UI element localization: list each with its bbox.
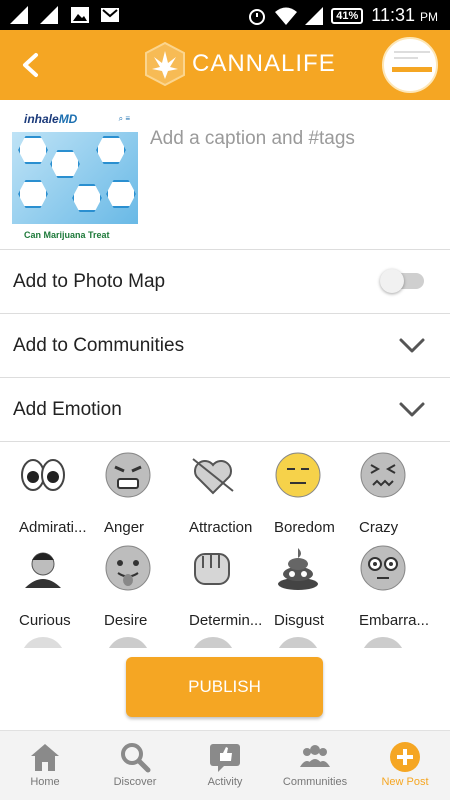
emotion-label: Boredom	[274, 519, 335, 536]
emotion-row[interactable]: Add Emotion	[0, 379, 450, 442]
cell-signal-icon	[305, 6, 324, 25]
neutral-face-icon	[275, 452, 321, 498]
curious-person-icon	[25, 552, 61, 588]
emotion-label: Add Emotion	[13, 399, 122, 420]
emotion-icon	[23, 637, 63, 648]
app-logo: CANNALIFE	[142, 41, 336, 87]
chevron-down-icon[interactable]	[398, 337, 426, 355]
battery-level: 41%	[331, 7, 364, 24]
emotion-item[interactable]: Crazy	[359, 451, 444, 541]
emotion-icon	[193, 637, 233, 648]
emotion-icon	[363, 637, 403, 648]
caption-input[interactable]	[150, 128, 430, 150]
eyes-icon	[21, 459, 65, 491]
emotion-item[interactable]: Boredom	[274, 451, 359, 541]
wifi-icon	[275, 7, 298, 25]
emotion-item[interactable]: Determin...	[189, 544, 274, 634]
angry-face-icon	[105, 452, 151, 498]
photo-map-label: Add to Photo Map	[13, 271, 166, 292]
emotion-item[interactable]: Embarra...	[359, 544, 444, 634]
bottom-navigation: Home Discover Activity Communities New P…	[0, 730, 450, 800]
activity-thumbs-up-icon	[210, 744, 240, 772]
post-caption-section: inhaleMD ⌕ ≡ Can Marijuana Treat	[0, 100, 450, 250]
post-thumbnail[interactable]: inhaleMD ⌕ ≡ Can Marijuana Treat	[12, 112, 138, 240]
emotion-item-partial[interactable]	[19, 635, 104, 648]
publish-button[interactable]: PUBLISH	[126, 657, 323, 717]
back-chevron-icon[interactable]	[16, 50, 46, 80]
emotion-item[interactable]: Curious	[19, 544, 104, 634]
emotion-label: Anger	[104, 519, 145, 536]
emotion-label: Embarra...	[359, 612, 430, 629]
chevron-down-icon[interactable]	[398, 401, 426, 419]
emotion-label: Desire	[104, 612, 148, 629]
search-icon	[121, 743, 151, 773]
emotion-label: Disgust	[274, 612, 325, 629]
emotion-label: Attraction	[189, 519, 253, 536]
emotion-item-partial[interactable]	[104, 635, 189, 648]
thumbnail-menu-icon: ⌕ ≡	[118, 114, 130, 123]
user-avatar[interactable]	[382, 37, 438, 93]
photo-map-row[interactable]: Add to Photo Map	[0, 251, 450, 314]
thumbnail-title: Can Marijuana Treat	[24, 230, 110, 240]
emotion-icon	[108, 637, 148, 648]
emotion-item-partial[interactable]	[189, 635, 274, 648]
emotion-icon	[278, 637, 318, 648]
nav-label: New Post	[381, 776, 429, 788]
nav-discover[interactable]: Discover	[90, 731, 180, 801]
emotion-grid: Admirati... Anger Attraction Boredom Cra…	[0, 443, 450, 648]
thumbnail-brand: inhaleMD	[24, 112, 78, 126]
thumbnail-image	[12, 132, 138, 224]
alarm-icon	[249, 8, 266, 25]
nav-activity[interactable]: Activity	[180, 731, 270, 801]
nav-label: Discover	[113, 776, 157, 788]
image-notification-icon	[71, 7, 89, 23]
cannalife-leaf-icon	[145, 41, 185, 87]
photo-map-toggle[interactable]	[380, 269, 424, 293]
tongue-face-icon	[105, 545, 151, 591]
nav-communities[interactable]: Communities	[270, 731, 360, 801]
emotion-item-partial[interactable]	[359, 635, 444, 648]
home-icon	[31, 744, 59, 771]
nav-home[interactable]: Home	[0, 731, 90, 801]
communities-row[interactable]: Add to Communities	[0, 315, 450, 378]
emotion-label: Determin...	[189, 612, 263, 629]
emotion-label: Admirati...	[19, 519, 87, 536]
confounded-face-icon	[360, 452, 406, 498]
app-header: CANNALIFE	[0, 30, 450, 100]
emotion-item[interactable]: Disgust	[274, 544, 359, 634]
emotion-item[interactable]: Admirati...	[19, 451, 104, 541]
emotion-item[interactable]: Anger	[104, 451, 189, 541]
flushed-face-icon	[360, 545, 406, 591]
heart-arrow-icon	[192, 458, 234, 495]
app-title: CANNALIFE	[192, 50, 336, 77]
nav-label: Communities	[282, 776, 348, 788]
people-icon	[300, 745, 330, 767]
nav-new-post[interactable]: New Post	[360, 731, 450, 801]
nav-label: Home	[30, 776, 60, 788]
poop-icon	[278, 548, 318, 590]
emotion-item[interactable]: Attraction	[189, 451, 274, 541]
signal-2-icon	[40, 6, 58, 24]
emotion-label: Curious	[19, 612, 71, 629]
emotion-item[interactable]: Desire	[104, 544, 189, 634]
plus-circle-icon	[390, 742, 420, 772]
toggle-knob	[380, 269, 404, 293]
emotion-item-partial[interactable]	[274, 635, 359, 648]
publish-area: PUBLISH	[0, 648, 450, 730]
nav-label: Activity	[207, 776, 243, 788]
status-bar: 41% 11:31 PM	[0, 0, 450, 30]
fist-icon	[194, 553, 230, 585]
emotion-label: Crazy	[359, 519, 399, 536]
status-time: 11:31 PM	[371, 5, 438, 25]
signal-icon	[10, 6, 28, 24]
gmail-icon	[101, 8, 119, 22]
communities-label: Add to Communities	[13, 335, 185, 356]
